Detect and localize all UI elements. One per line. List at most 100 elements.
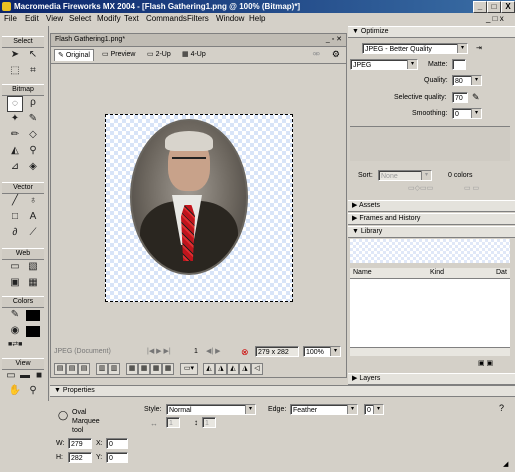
close-button[interactable]: X <box>501 1 515 13</box>
magic-wand-icon[interactable]: ✦ <box>8 112 22 126</box>
eyedropper-icon[interactable]: ⊿ <box>8 160 22 174</box>
menu-modify[interactable]: Modify <box>97 14 121 23</box>
show-slices-icon[interactable]: ▦ <box>26 276 40 290</box>
column-kind[interactable]: Kind <box>430 269 444 276</box>
zoom-select[interactable]: 100% ▾ <box>303 346 341 357</box>
menu-filters[interactable]: Filters <box>187 14 209 23</box>
lasso-icon[interactable]: ρ <box>26 96 40 110</box>
edge-select[interactable]: Feather ▾ <box>290 404 358 415</box>
sort-select[interactable]: None ▾ <box>378 170 432 181</box>
quality-field[interactable]: 80 ▾ <box>452 75 482 86</box>
align-icon-3[interactable]: ◭ <box>227 363 239 375</box>
optimize-menu-icon[interactable]: ⇥ <box>476 44 482 52</box>
minimize-button[interactable]: _ <box>473 1 487 13</box>
frames-history-header[interactable]: ▶ Frames and History <box>348 213 515 225</box>
toolbar-btn-5[interactable]: ▥ <box>108 363 120 375</box>
tab-original[interactable]: ✎ Original <box>54 49 94 61</box>
menu-window[interactable]: Window <box>216 14 244 23</box>
style-select[interactable]: Normal ▾ <box>166 404 256 415</box>
document-window-controls[interactable]: _ ▫ ✕ <box>326 34 342 46</box>
toolbar-btn-6[interactable]: ▦ <box>126 363 138 375</box>
hotspot-icon[interactable]: ▭ <box>8 260 22 274</box>
line-icon[interactable]: ╱ <box>8 194 22 208</box>
color-add-icons[interactable]: ▭ ▭ <box>464 184 479 192</box>
doc-min-button[interactable]: _ □ x <box>486 14 504 23</box>
toolbar-btn-9[interactable]: ▦ <box>162 363 174 375</box>
toolbar-btn-7[interactable]: ▦ <box>138 363 150 375</box>
layers-header[interactable]: ▶ Layers <box>348 373 515 385</box>
tab-preview[interactable]: ▭ Preview <box>99 49 138 60</box>
scale-icon[interactable]: ⬚ <box>8 64 22 78</box>
menu-select[interactable]: Select <box>69 14 91 23</box>
h-field[interactable]: 282 <box>68 452 92 463</box>
toolbar-btn-4[interactable]: ▥ <box>96 363 108 375</box>
tab-4-up[interactable]: ▦ 4-Up <box>179 49 209 60</box>
smoothing-field[interactable]: 0 ▾ <box>452 108 482 119</box>
library-new-icon[interactable]: ▣ ▣ <box>478 359 493 367</box>
column-date[interactable]: Dat <box>496 269 507 276</box>
fill-color-swatch[interactable] <box>26 326 40 337</box>
brush-icon[interactable]: ✎ <box>26 112 40 126</box>
menu-commands[interactable]: Commands <box>146 14 187 23</box>
knife-icon[interactable]: ⟋ <box>26 226 40 240</box>
stroke-color-swatch[interactable] <box>26 310 40 321</box>
selective-quality-field[interactable]: 70 <box>452 92 468 103</box>
menu-edit[interactable]: Edit <box>25 14 39 23</box>
menu-text[interactable]: Text <box>124 14 139 23</box>
library-list[interactable] <box>350 279 510 347</box>
optimize-preset-select[interactable]: JPEG - Better Quality ▾ <box>362 43 468 54</box>
align-icon-1[interactable]: ◭ <box>203 363 215 375</box>
stop-icon[interactable]: ⊗ <box>241 345 249 359</box>
edit-selective-icon[interactable]: ✎ <box>472 92 480 103</box>
menu-file[interactable]: File <box>4 14 17 23</box>
blur-icon[interactable]: ◭ <box>8 144 22 158</box>
marquee-icon[interactable]: ◌ <box>7 96 23 112</box>
column-name[interactable]: Name <box>353 269 372 276</box>
toolbar-btn-10[interactable]: ▭▾ <box>180 363 198 375</box>
hide-slices-icon[interactable]: ▣ <box>8 276 22 290</box>
ratio-width-field[interactable]: 1 <box>166 417 180 428</box>
assets-header[interactable]: ▶ Assets <box>348 200 515 212</box>
freeform-icon[interactable]: ∂ <box>8 226 22 240</box>
frame-next-controls[interactable]: ◀| ▶ <box>206 345 221 359</box>
slice-icon[interactable]: ▧ <box>26 260 40 274</box>
stroke-color-icon[interactable]: ✎ <box>8 308 22 322</box>
menu-view[interactable]: View <box>46 14 63 23</box>
zoom-icon[interactable]: ⚲ <box>26 384 40 398</box>
text-icon[interactable]: A <box>26 210 40 224</box>
paint-bucket-icon[interactable]: ◈ <box>26 160 40 174</box>
library-header[interactable]: ▼ Library <box>348 226 515 238</box>
menu-help[interactable]: Help <box>249 14 265 23</box>
align-icon-4[interactable]: ◮ <box>239 363 251 375</box>
edge-value-field[interactable]: 0 ▾ <box>364 404 384 415</box>
format-select[interactable]: JPEG ▾ <box>350 59 418 70</box>
collapse-icon[interactable]: ◢ <box>503 460 508 468</box>
full-screen-menu-icon[interactable]: ▬ <box>18 369 32 383</box>
maximize-button[interactable]: □ <box>487 1 501 13</box>
ratio-height-field[interactable]: 1 <box>202 417 216 428</box>
eraser-icon[interactable]: ◇ <box>26 128 40 142</box>
color-tool-icons[interactable]: ▭◇▭▭ <box>408 184 433 192</box>
pencil-icon[interactable]: ✏ <box>8 128 22 142</box>
image-canvas[interactable] <box>105 114 293 302</box>
align-icon-5[interactable]: ◁ <box>251 363 263 375</box>
fill-color-icon[interactable]: ◉ <box>8 324 22 338</box>
hand-icon[interactable]: ✋ <box>8 384 22 398</box>
properties-header[interactable]: ▼ Properties <box>50 386 515 397</box>
toolbar-btn-8[interactable]: ▦ <box>150 363 162 375</box>
help-icon[interactable]: ? <box>499 403 504 413</box>
library-scrollbar[interactable] <box>350 347 510 356</box>
align-icon-2[interactable]: ◮ <box>215 363 227 375</box>
toolbar-btn-1[interactable]: ▤ <box>54 363 66 375</box>
toolbar-btn-3[interactable]: ▤ <box>78 363 90 375</box>
full-screen-icon[interactable]: ■ <box>32 369 46 383</box>
y-field[interactable]: 0 <box>106 452 128 463</box>
rectangle-icon[interactable]: □ <box>8 210 22 224</box>
w-field[interactable]: 279 <box>68 438 92 449</box>
optimize-header[interactable]: ▼ Optimize <box>348 26 515 38</box>
frame-controls[interactable]: |◀ ▶ ▶| <box>147 345 171 359</box>
pen-icon[interactable]: ♁ <box>26 194 40 208</box>
subselect-icon[interactable]: ↖ <box>26 48 40 62</box>
crop-icon[interactable]: ⌗ <box>26 64 40 78</box>
tab-2-up[interactable]: ▭ 2-Up <box>144 49 174 60</box>
